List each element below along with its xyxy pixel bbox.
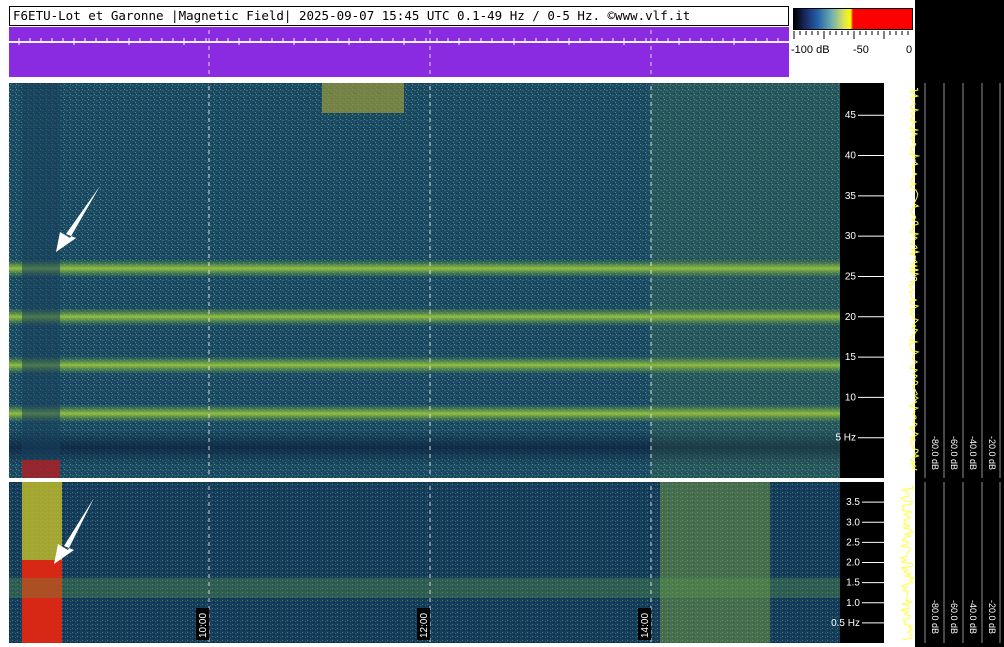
- side-db-label: -40.0 dB: [968, 600, 978, 634]
- lower-y-tick-label: 3.5: [846, 497, 860, 508]
- upper-y-tick-label: 15: [845, 352, 857, 363]
- lower-level-trace: [898, 485, 916, 641]
- upper-y-tick-label: 35: [845, 191, 857, 202]
- lower-y-tick-label: 2.0: [846, 558, 860, 569]
- side-db-label: -80.0 dB: [930, 600, 940, 634]
- lower-y-tick-label: 0.5 Hz: [831, 618, 860, 629]
- spectrogram-figure: 45 40 35 30 25 20 15 10 5 Hz 3.5 3.0 2.5 2.0 1.5 1.0 0…: [9, 30, 1001, 643]
- upper-y-tick-label: 20: [845, 312, 857, 323]
- noise-burst: [322, 83, 404, 113]
- side-db-label: -20.0 dB: [987, 600, 997, 634]
- lower-y-tick-label: 1.0: [846, 598, 860, 609]
- upper-spectrogram: [9, 83, 840, 478]
- broadband-activity: [650, 83, 840, 478]
- reference-column: [22, 83, 60, 478]
- lower-side-plot: -80.0 dB -60.0 dB -40.0 dB -20.0 dB: [898, 482, 1001, 643]
- side-db-label: -40.0 dB: [968, 436, 978, 470]
- lower-y-tick-label: 3.0: [846, 517, 860, 528]
- side-db-label: -20.0 dB: [987, 436, 997, 470]
- time-tick-label: 14:00: [640, 613, 651, 638]
- upper-y-tick-label: 5 Hz: [835, 433, 856, 444]
- side-db-label: -60.0 dB: [949, 600, 959, 634]
- time-tick-label: 12:00: [419, 613, 430, 638]
- upper-y-tick-label: 30: [845, 231, 857, 242]
- upper-side-plot: -80.0 dB -60.0 dB -40.0 dB -20.0 dB: [908, 83, 1001, 478]
- upper-y-tick-label: 10: [845, 392, 857, 403]
- band-1.5hz: [9, 578, 840, 598]
- time-tick-label: 10:00: [198, 613, 209, 638]
- lower-y-tick-label: 1.5: [846, 578, 860, 589]
- upper-y-tick-label: 40: [845, 151, 857, 162]
- side-db-label: -60.0 dB: [949, 436, 959, 470]
- upper-level-trace: [908, 87, 921, 471]
- side-db-label: -80.0 dB: [930, 436, 940, 470]
- upper-y-tick-label: 45: [845, 110, 857, 121]
- broadband-activity-low: [660, 482, 770, 643]
- upper-y-tick-label: 25: [845, 271, 857, 282]
- lower-y-tick-label: 2.5: [846, 537, 860, 548]
- upper-y-axis: 45 40 35 30 25 20 15 10 5 Hz: [835, 83, 884, 478]
